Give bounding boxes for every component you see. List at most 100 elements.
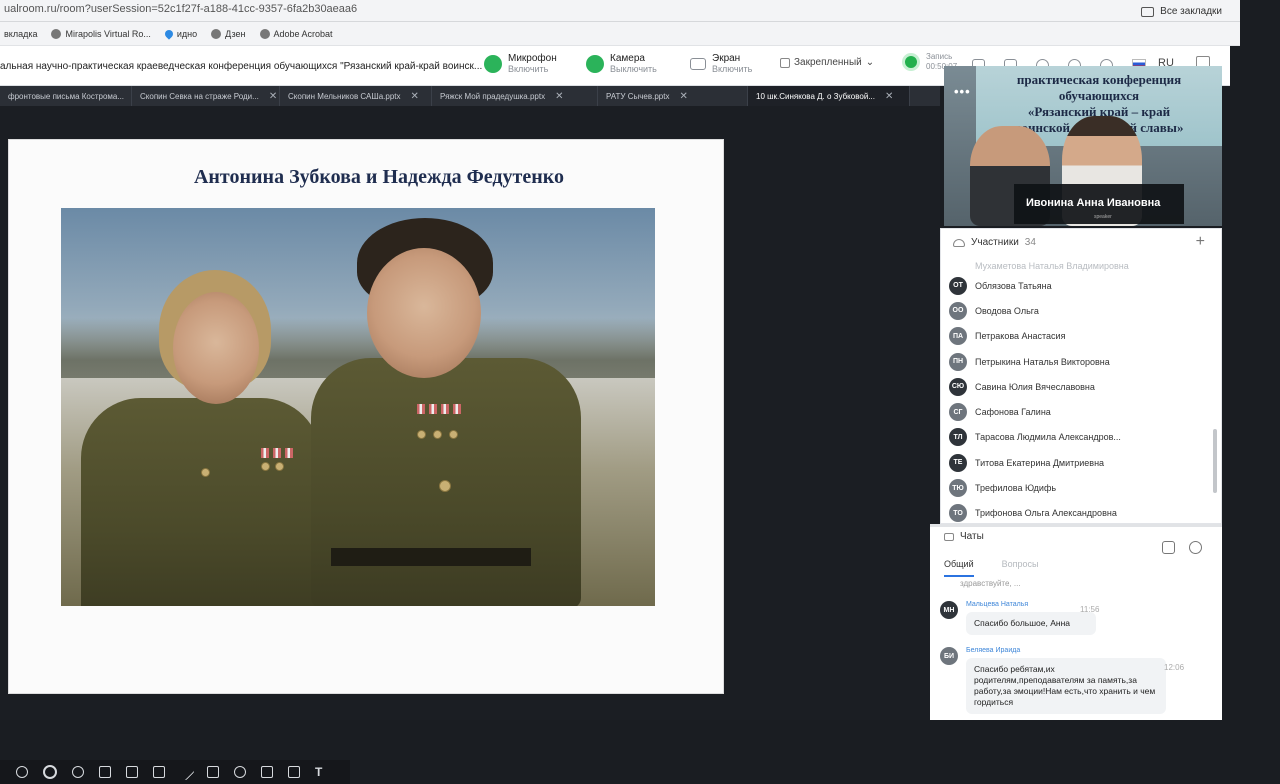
avatar: БИ bbox=[940, 647, 958, 665]
chat-message: МН Мальцева Наталья 11:56 Спасибо большо… bbox=[940, 601, 1112, 635]
participant-name: Мухаметова Наталья Владимировна bbox=[975, 261, 1129, 271]
presentation-tab[interactable]: РАТУ Сычев.pptx ✕ bbox=[598, 86, 748, 106]
participant-row[interactable]: ПН Петрыкина Наталья Викторовна bbox=[941, 349, 1211, 374]
bookmark-label: Дзен bbox=[225, 28, 246, 39]
avatar: ОО bbox=[949, 301, 967, 320]
tab-questions[interactable]: Вопросы bbox=[1002, 559, 1039, 577]
participant-name: Трифонова Ольга Александровна bbox=[975, 508, 1117, 519]
figure-left-body bbox=[81, 398, 321, 606]
participant-row[interactable]: ОТ Облязова Татьяна bbox=[941, 273, 1211, 298]
participants-count: 34 bbox=[1024, 237, 1036, 248]
marker-icon[interactable] bbox=[153, 766, 165, 778]
speaker-name-plate: Ивонина Анна Ивановна speaker bbox=[1014, 184, 1184, 224]
heart-icon bbox=[163, 27, 175, 40]
close-icon[interactable]: ✕ bbox=[269, 91, 277, 102]
tab-label: Скопин Севка на страже Роди... bbox=[140, 91, 259, 101]
ribbon bbox=[453, 404, 461, 414]
microphone-button[interactable]: Микрофон Включить bbox=[484, 53, 557, 75]
participant-row[interactable]: Мухаметова Наталья Владимировна bbox=[941, 259, 1211, 273]
gear-icon[interactable] bbox=[16, 766, 28, 778]
bookmark-label: Mirapolis Virtual Ro... bbox=[65, 28, 151, 39]
participant-row[interactable]: ТЮ Трефилова Юдифь bbox=[941, 475, 1211, 500]
rectangle-icon[interactable] bbox=[207, 766, 219, 778]
address-bar[interactable]: ualroom.ru/room?userSession=52c1f27f-a18… bbox=[0, 0, 1240, 22]
folder-icon bbox=[1141, 6, 1155, 17]
medal bbox=[439, 480, 451, 492]
ribbon bbox=[441, 404, 449, 414]
gear-icon[interactable] bbox=[1189, 541, 1202, 554]
pinned-dropdown[interactable]: Закрепленный ⌄ bbox=[780, 57, 874, 68]
chat-cut-message: здравствуйте, ... bbox=[960, 579, 1021, 588]
pinned-label: Закрепленный bbox=[794, 57, 862, 68]
bookmark-item[interactable]: Mirapolis Virtual Ro... bbox=[51, 28, 151, 39]
bookmark-item[interactable]: Дзен bbox=[211, 28, 246, 39]
presentation-tab[interactable]: фронтовые письма Кострома... bbox=[0, 86, 132, 106]
tab-label: Ряжск Мой прадедушка.pptx bbox=[440, 91, 546, 101]
line-icon[interactable] bbox=[177, 763, 195, 781]
bookmark-item[interactable]: вкладка bbox=[4, 29, 37, 39]
participant-name: Петрыкина Наталья Викторовна bbox=[975, 356, 1110, 367]
eraser-icon[interactable] bbox=[261, 766, 273, 778]
tab-label: РАТУ Сычев.pptx bbox=[606, 91, 670, 101]
close-icon[interactable]: ✕ bbox=[411, 91, 419, 102]
avatar: ОТ bbox=[949, 276, 967, 295]
participant-row[interactable]: ТО Трифонова Ольга Александровна bbox=[941, 501, 1211, 526]
participants-header: Участники 34 bbox=[953, 237, 1036, 248]
url-text[interactable]: ualroom.ru/room?userSession=52c1f27f-a18… bbox=[4, 3, 357, 15]
participant-name: Облязова Татьяна bbox=[975, 280, 1052, 291]
laser-icon[interactable] bbox=[72, 766, 84, 778]
move-icon[interactable] bbox=[99, 766, 111, 778]
participant-row[interactable]: ПА Петракова Анастасия bbox=[941, 324, 1211, 349]
presentation-tab-active[interactable]: 10 шк.Синякова Д. о Зубковой... ✕ bbox=[748, 86, 910, 106]
slide-photo bbox=[61, 208, 655, 606]
chat-header: Чаты bbox=[944, 531, 984, 542]
avatar: ТЕ bbox=[949, 453, 967, 472]
presentation-tabs: фронтовые письма Кострома... Скопин Севк… bbox=[0, 86, 940, 106]
avatar: СЮ bbox=[949, 377, 967, 396]
tab-general[interactable]: Общий bbox=[944, 559, 974, 577]
mirapolis-icon bbox=[51, 28, 62, 39]
color-circle-icon[interactable] bbox=[43, 765, 57, 779]
microphone-icon bbox=[484, 55, 502, 73]
bookmark-item[interactable]: идно bbox=[163, 27, 197, 40]
close-icon[interactable]: ✕ bbox=[555, 91, 563, 102]
bookmark-label: вкладка bbox=[4, 28, 38, 39]
participant-row[interactable]: СЮ Савина Юлия Вячеславовна bbox=[941, 374, 1211, 399]
chat-list-icon[interactable] bbox=[1162, 541, 1175, 554]
close-icon[interactable]: ✕ bbox=[679, 91, 687, 102]
presentation-tab[interactable]: Скопин Севка на страже Роди... ✕ bbox=[132, 86, 280, 106]
participants-scrollbar[interactable] bbox=[1213, 429, 1217, 493]
video-tile[interactable]: практическая конференция обучающихся «Ря… bbox=[944, 66, 1222, 226]
drawing-toolbar: T bbox=[0, 760, 350, 784]
shape-icon[interactable] bbox=[234, 766, 246, 778]
participant-row[interactable]: ТЕ Титова Екатерина Дмитриевна bbox=[941, 450, 1211, 475]
participants-list: Мухаметова Наталья Владимировна ОТ Облязо… bbox=[941, 259, 1211, 526]
participant-row[interactable]: ОО Оводова Ольга bbox=[941, 298, 1211, 323]
participant-name: Титова Екатерина Дмитриевна bbox=[975, 457, 1105, 468]
video-menu-icon[interactable]: ••• bbox=[954, 84, 971, 99]
slide: Антонина Зубкова и Надежда Федутенко bbox=[8, 139, 724, 694]
participant-row[interactable]: СГ Сафонова Галина bbox=[941, 399, 1211, 424]
speaker-sub: speaker bbox=[1094, 214, 1112, 220]
text-icon[interactable]: T bbox=[315, 766, 327, 778]
close-icon[interactable]: ✕ bbox=[885, 91, 893, 102]
avatar: ТО bbox=[949, 504, 967, 523]
camera-button[interactable]: Камера Выключить bbox=[586, 53, 657, 75]
screen-share-button[interactable]: Экран Включить bbox=[690, 53, 752, 75]
avatar: МН bbox=[940, 601, 958, 619]
pen-icon[interactable] bbox=[126, 766, 138, 778]
bookmarks-bar: вкладка Mirapolis Virtual Ro... идно Дзе… bbox=[0, 22, 1240, 46]
ribbon bbox=[429, 404, 437, 414]
microphone-sub: Включить bbox=[508, 64, 549, 74]
bookmark-item[interactable]: Adobe Acrobat bbox=[259, 28, 333, 39]
add-participant-icon[interactable]: + bbox=[1196, 233, 1205, 251]
presentation-tab[interactable]: Ряжск Мой прадедушка.pptx ✕ bbox=[432, 86, 598, 106]
figure-left-face bbox=[173, 292, 259, 404]
screen: ualroom.ru/room?userSession=52c1f27f-a18… bbox=[0, 0, 1280, 784]
trash-icon[interactable] bbox=[288, 766, 300, 778]
participant-row[interactable]: ТЛ Тарасова Людмила Александров... bbox=[941, 425, 1211, 450]
message-text: Спасибо ребятам,их родителям,преподавате… bbox=[966, 658, 1166, 714]
all-bookmarks-button[interactable]: Все закладки bbox=[1141, 6, 1222, 17]
participant-name: Трефилова Юдифь bbox=[975, 483, 1057, 494]
presentation-tab[interactable]: Скопин Мельников САШа.pptx ✕ bbox=[280, 86, 432, 106]
